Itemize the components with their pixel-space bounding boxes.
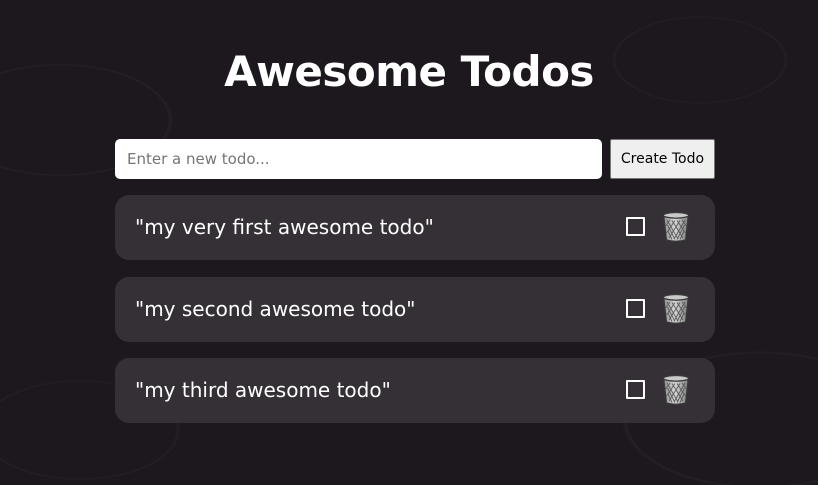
wastebasket-icon[interactable] — [661, 374, 691, 406]
new-todo-input[interactable] — [115, 139, 602, 179]
page-title: Awesome Todos — [224, 47, 594, 96]
todo-complete-checkbox[interactable] — [626, 380, 645, 399]
create-todo-button[interactable]: Create Todo — [610, 139, 715, 179]
todo-text: "my third awesome todo" — [135, 378, 391, 402]
todo-item: "my second awesome todo" — [115, 277, 715, 342]
todo-item: "my very first awesome todo" — [115, 195, 715, 260]
wastebasket-icon[interactable] — [661, 211, 691, 243]
todo-complete-checkbox[interactable] — [626, 217, 645, 236]
todo-text: "my very first awesome todo" — [135, 215, 434, 239]
wastebasket-icon[interactable] — [661, 293, 691, 325]
todo-text: "my second awesome todo" — [135, 297, 416, 321]
todo-item: "my third awesome todo" — [115, 358, 715, 423]
todo-complete-checkbox[interactable] — [626, 299, 645, 318]
